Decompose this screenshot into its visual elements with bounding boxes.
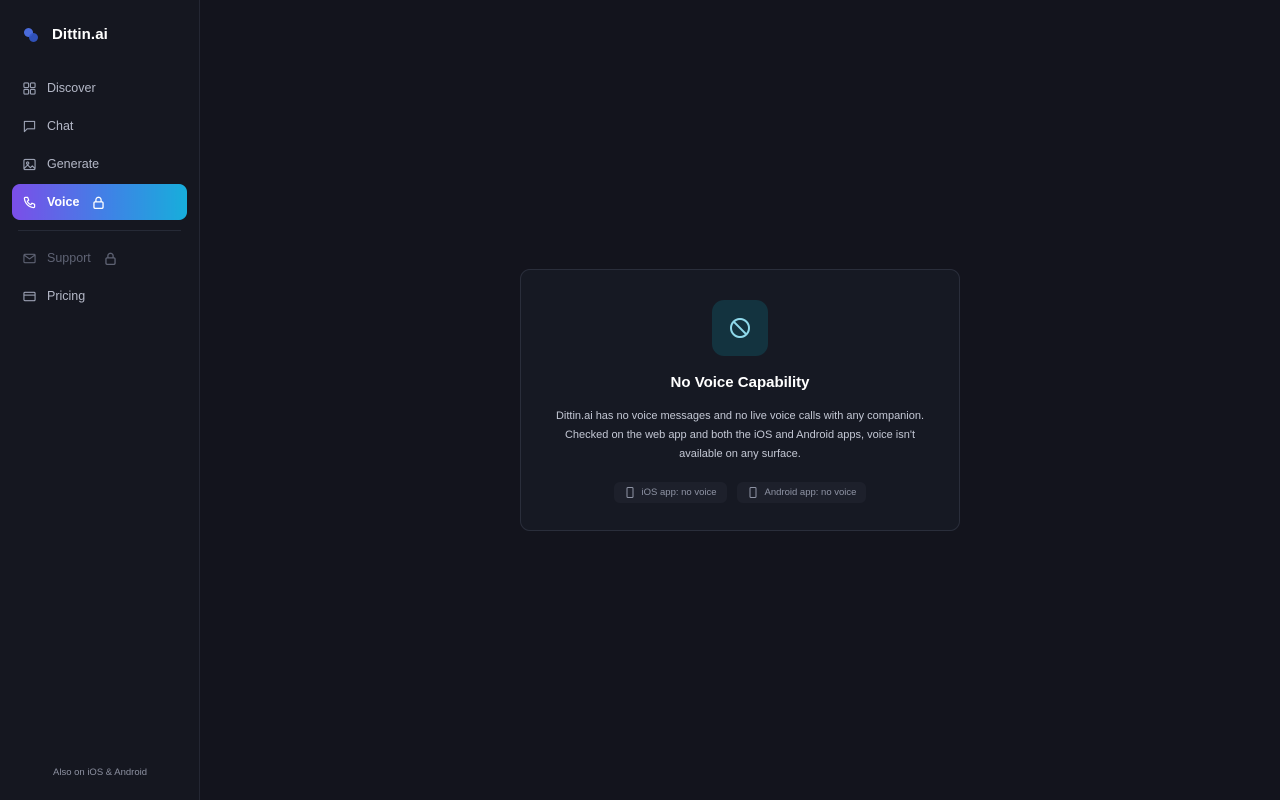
- sidebar-item-voice[interactable]: Voice: [12, 184, 187, 220]
- card-title: No Voice Capability: [670, 374, 810, 391]
- sidebar-item-support[interactable]: Support: [12, 240, 187, 276]
- chip-label: iOS app: no voice: [641, 487, 717, 498]
- no-voice-card: No Voice Capability Dittin.ai has no voi…: [520, 269, 960, 531]
- phone-icon: [23, 196, 36, 208]
- sidebar-divider: [18, 230, 181, 231]
- credit-card-icon: [23, 291, 36, 301]
- prohibited-icon: [730, 318, 750, 338]
- brand[interactable]: Dittin.ai: [24, 26, 108, 43]
- main-content: No Voice Capability Dittin.ai has no voi…: [200, 0, 1280, 800]
- ios-chip: iOS app: no voice: [613, 482, 727, 503]
- platform-chips: iOS app: no voice Android app: no voice: [521, 482, 959, 503]
- grid-icon: [23, 81, 36, 95]
- sidebar-item-label: Discover: [47, 81, 96, 95]
- sidebar-item-pricing[interactable]: Pricing: [12, 278, 187, 314]
- image-icon: [23, 158, 36, 170]
- phone-device-icon: [626, 487, 634, 498]
- brand-name: Dittin.ai: [52, 26, 108, 43]
- sidebar: Dittin.ai Discover Chat Generate Voice S…: [0, 0, 200, 800]
- sidebar-item-chat[interactable]: Chat: [12, 108, 187, 144]
- mail-icon: [23, 253, 36, 263]
- sidebar-item-discover[interactable]: Discover: [12, 70, 187, 106]
- card-icon-container: [712, 300, 768, 356]
- chip-label: Android app: no voice: [764, 487, 857, 498]
- sidebar-item-label: Voice: [47, 195, 80, 209]
- brand-logo-icon: [24, 27, 40, 43]
- sidebar-item-label: Support: [47, 251, 91, 265]
- card-description: Dittin.ai has no voice messages and no l…: [555, 410, 925, 460]
- sidebar-nav: Discover Chat Generate Voice Support Pri…: [12, 70, 187, 316]
- sidebar-item-label: Generate: [47, 157, 100, 171]
- chat-bubble-icon: [23, 120, 36, 132]
- lock-icon: [105, 252, 116, 265]
- sidebar-footer-text: Also on iOS & Android: [53, 767, 147, 778]
- app-root: Dittin.ai Discover Chat Generate Voice S…: [0, 0, 1280, 800]
- sidebar-item-label: Chat: [47, 119, 74, 133]
- lock-icon: [93, 196, 105, 209]
- phone-device-icon: [749, 487, 757, 498]
- android-chip: Android app: no voice: [736, 482, 867, 503]
- sidebar-item-label: Pricing: [47, 289, 86, 303]
- sidebar-item-generate[interactable]: Generate: [12, 146, 187, 182]
